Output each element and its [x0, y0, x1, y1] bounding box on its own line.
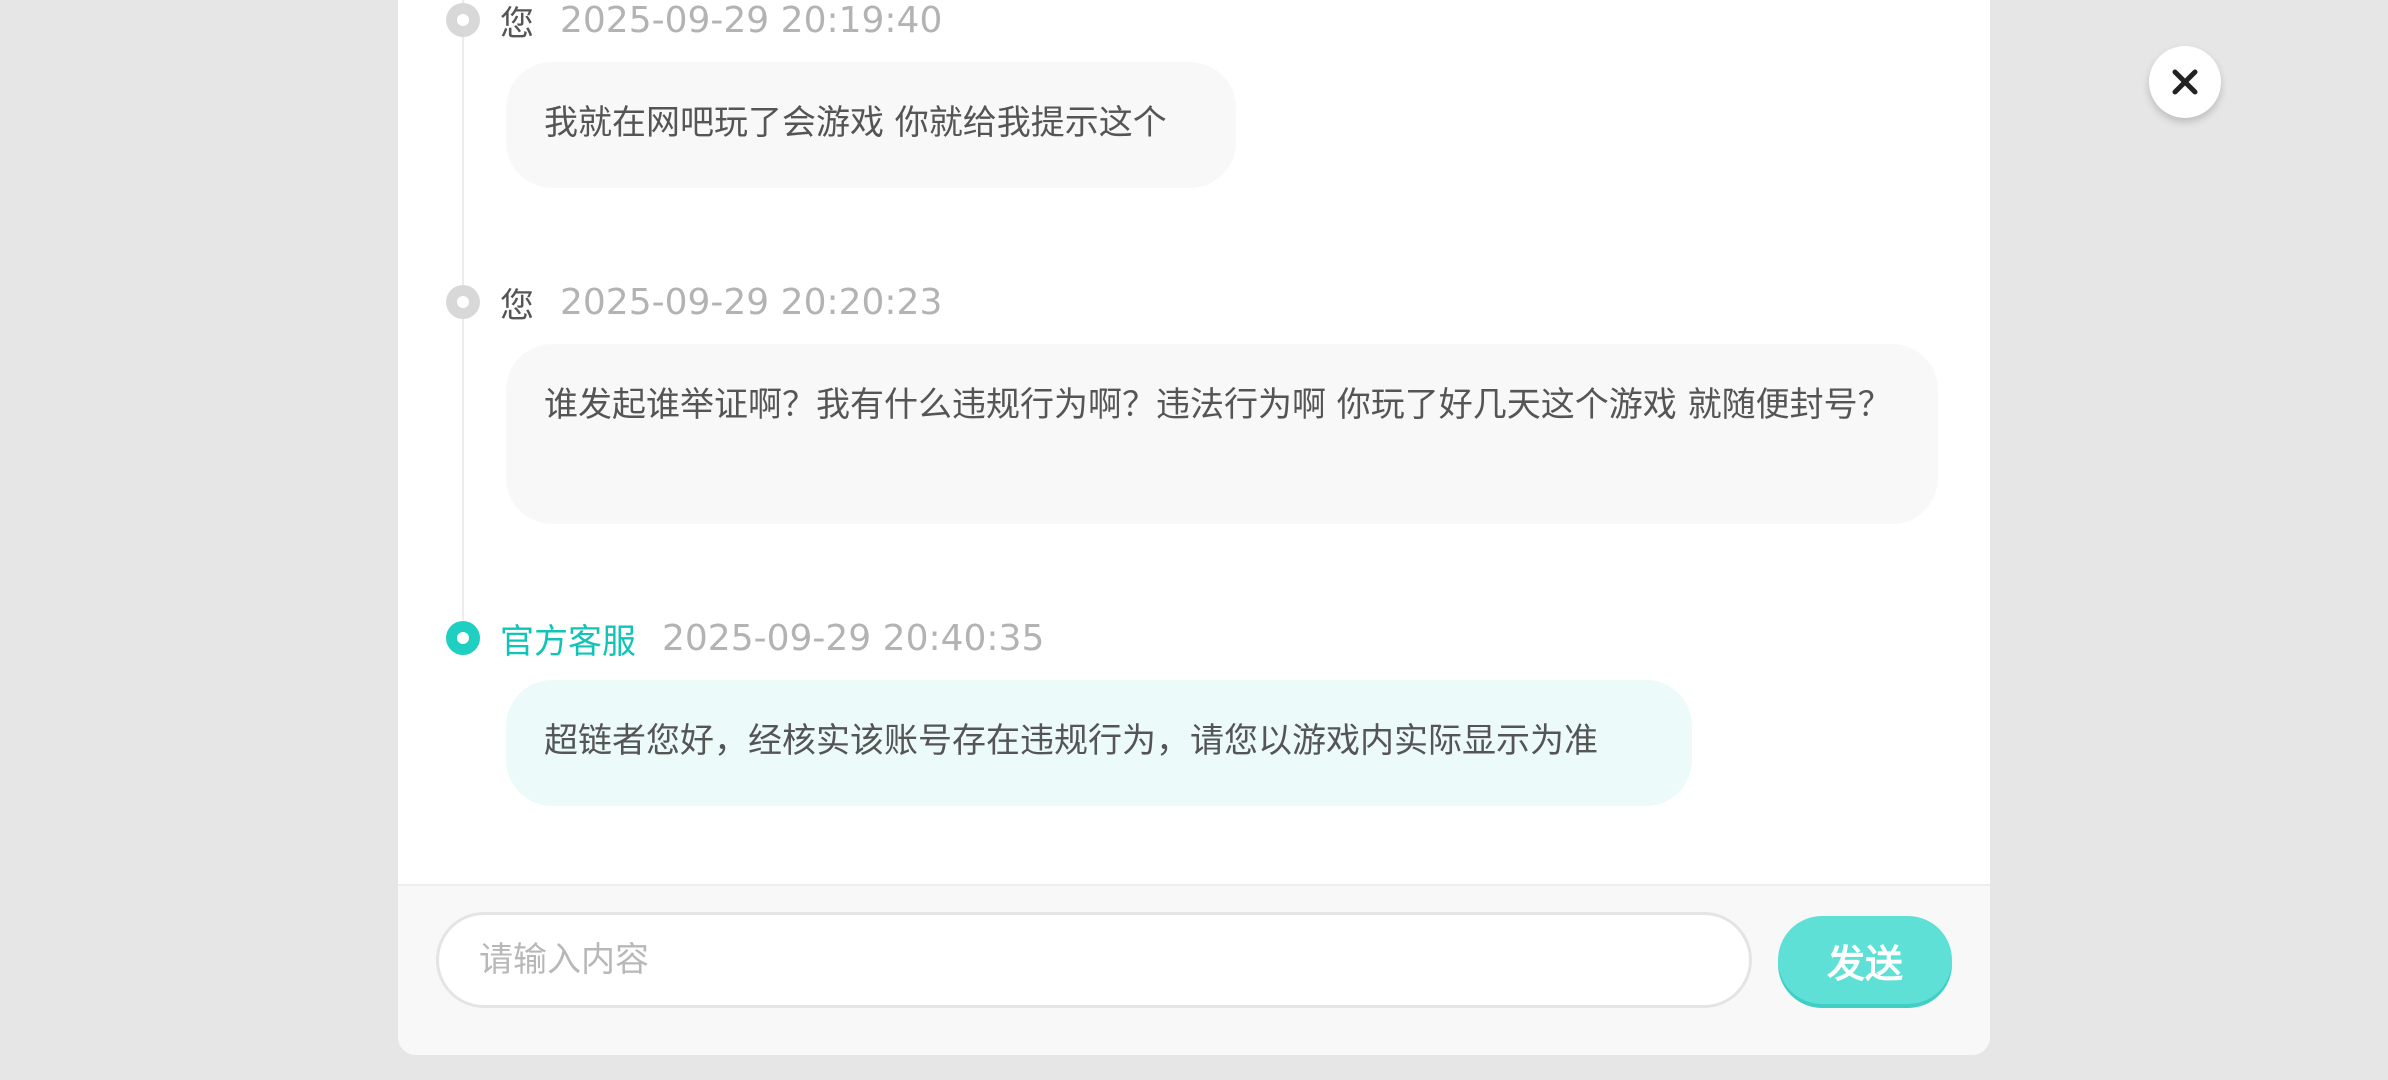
- message-composer: 发送: [398, 884, 1990, 1055]
- close-button[interactable]: [2149, 46, 2221, 118]
- message-input[interactable]: [477, 939, 1711, 981]
- message-sender: 官方客服: [500, 621, 636, 662]
- message-header: 官方客服 2025-09-29 20:40:35: [446, 617, 1045, 662]
- message-sender: 您: [500, 3, 534, 44]
- message-timestamp: 2025-09-29 20:40:35: [662, 617, 1045, 659]
- chat-panel: 您 2025-09-29 20:19:40 我就在网吧玩了会游戏 你就给我提示这…: [398, 0, 1990, 1055]
- send-button[interactable]: 发送: [1778, 916, 1952, 1004]
- message-bubble: 超链者您好，经核实该账号存在违规行为，请您以游戏内实际显示为准: [506, 680, 1692, 806]
- message-thread[interactable]: 您 2025-09-29 20:19:40 我就在网吧玩了会游戏 你就给我提示这…: [398, 0, 1990, 884]
- message-header: 您 2025-09-29 20:20:23: [446, 281, 943, 326]
- close-icon: [2172, 69, 2198, 95]
- message-input-wrapper[interactable]: [436, 912, 1752, 1008]
- timeline-dot-icon: [446, 3, 480, 37]
- message-timestamp: 2025-09-29 20:19:40: [560, 0, 943, 41]
- message-header: 您 2025-09-29 20:19:40: [446, 0, 943, 44]
- message-bubble: 我就在网吧玩了会游戏 你就给我提示这个: [506, 62, 1236, 188]
- timeline-dot-active-icon: [446, 621, 480, 655]
- message-sender: 您: [500, 285, 534, 326]
- message-bubble: 谁发起谁举证啊？我有什么违规行为啊？违法行为啊 你玩了好几天这个游戏 就随便封号…: [506, 344, 1938, 524]
- message-timestamp: 2025-09-29 20:20:23: [560, 281, 943, 323]
- timeline-dot-icon: [446, 285, 480, 319]
